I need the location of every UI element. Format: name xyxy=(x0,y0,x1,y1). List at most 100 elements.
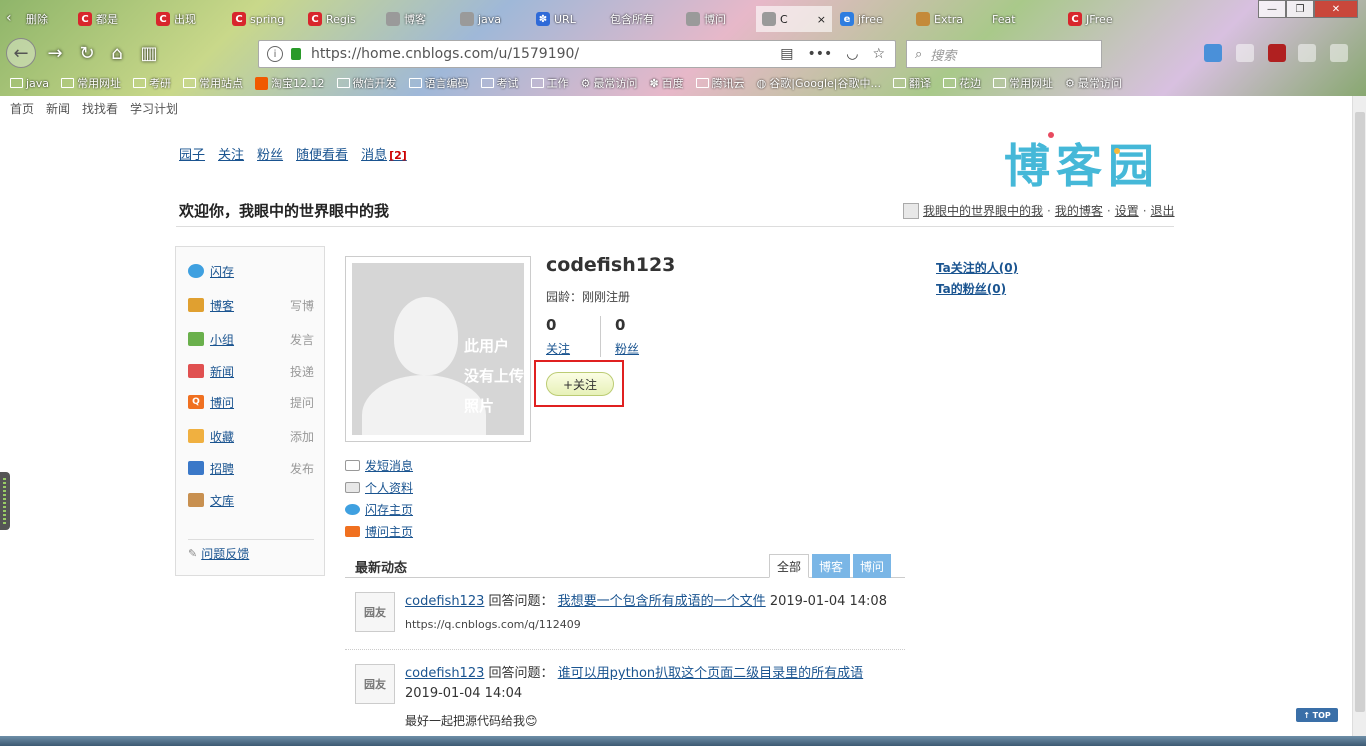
sidebar-action[interactable]: 添加 xyxy=(290,428,314,445)
tab-8[interactable]: ✽ URL xyxy=(530,6,602,32)
activity-user-link[interactable]: codefish123 xyxy=(405,594,484,609)
tab-4[interactable]: Cspring xyxy=(226,6,298,32)
ask-home-link[interactable]: 博问主页 xyxy=(365,523,413,540)
bookmark-item[interactable]: 考试 xyxy=(480,75,519,91)
bookmark-item[interactable]: ⚙ 最常访问 xyxy=(1065,75,1122,91)
tab-9[interactable]: 包含所有 xyxy=(604,6,676,32)
reload-icon[interactable]: ↻ xyxy=(74,40,100,66)
settings-link[interactable]: 设置 xyxy=(1115,202,1139,219)
page-scrollbar[interactable] xyxy=(1352,96,1366,746)
ublock-icon[interactable] xyxy=(1268,44,1286,62)
bookmark-item[interactable]: 工作 xyxy=(530,75,569,91)
profile-info-link[interactable]: 个人资料 xyxy=(365,479,413,496)
sidebar-link[interactable]: 博问 xyxy=(210,394,234,411)
bookmark-item[interactable]: ◍ 谷歌|Google|谷歌中... xyxy=(757,75,881,91)
bookmark-item[interactable]: 常用网址 xyxy=(61,75,121,91)
nav-home[interactable]: 首页 xyxy=(10,100,34,117)
cnblogs-logo[interactable]: 博客园 xyxy=(1004,130,1160,196)
activity-user-link[interactable]: codefish123 xyxy=(405,666,484,681)
back-arrow-icon[interactable]: ← xyxy=(6,38,36,68)
nav-news[interactable]: 新闻 xyxy=(46,100,70,117)
question-link[interactable]: 我想要一个包含所有成语的一个文件 xyxy=(558,594,766,609)
tab-3[interactable]: C 出现 xyxy=(150,6,222,32)
user-name-link[interactable]: 我眼中的世界眼中的我 xyxy=(923,202,1043,219)
my-blog-link[interactable]: 我的博客 xyxy=(1055,202,1103,219)
more-actions-icon[interactable]: ••• xyxy=(807,46,832,62)
tab-7[interactable]: java xyxy=(454,6,526,32)
following-link[interactable]: 关注 xyxy=(546,340,600,357)
subnav-messages[interactable]: 消息 [2] xyxy=(361,144,407,163)
home-icon[interactable]: ⌂ xyxy=(104,40,130,66)
bookmark-item[interactable]: java xyxy=(10,77,49,90)
ta-following-link[interactable]: Ta关注的人(0) xyxy=(936,258,1018,279)
bookmark-item[interactable]: 考研 xyxy=(133,75,171,91)
close-window-icon[interactable]: ✕ xyxy=(1314,0,1358,18)
question-link[interactable]: 谁可以用python扒取这个页面二级目录里的所有成语 xyxy=(558,666,863,681)
sidebar-action[interactable]: 发布 xyxy=(290,460,314,477)
tab-close-icon[interactable]: × xyxy=(817,13,826,26)
tab-15[interactable]: C JFree xyxy=(1062,6,1134,32)
tab-ask[interactable]: 博问 xyxy=(852,554,891,578)
sidebar-action[interactable]: 投递 xyxy=(290,363,314,380)
tab-blog[interactable]: 博客 xyxy=(811,554,850,578)
subnav-garden[interactable]: 园子 xyxy=(179,144,205,163)
library-shelf-icon[interactable] xyxy=(1236,44,1254,62)
subnav-browse[interactable]: 随便看看 xyxy=(296,144,348,163)
bookmark-item[interactable]: 腾讯云 xyxy=(695,75,745,91)
info-icon[interactable]: i xyxy=(267,46,283,62)
tab-12[interactable]: e jfree xyxy=(834,6,906,32)
bookmark-item[interactable]: 翻译 xyxy=(892,75,931,91)
bookmark-item[interactable]: 微信开发 xyxy=(336,75,397,91)
side-widget-handle[interactable] xyxy=(0,472,10,530)
tab-1[interactable]: 删除 xyxy=(20,6,66,32)
sidebar-link[interactable]: 收藏 xyxy=(210,428,234,445)
scrollbar-thumb[interactable] xyxy=(1355,112,1365,712)
minimize-icon[interactable]: — xyxy=(1258,0,1286,18)
bookmark-item[interactable]: 花边 xyxy=(942,75,981,91)
reader-view-icon[interactable]: ▤ xyxy=(780,46,793,62)
bookmark-item[interactable]: 常用站点 xyxy=(183,75,243,91)
bookmark-item[interactable]: ⚙ 最常访问 xyxy=(581,75,638,91)
sidebar-link[interactable]: 博客 xyxy=(210,297,234,314)
flash-home-link[interactable]: 闪存主页 xyxy=(365,501,413,518)
bookmark-item[interactable]: 淘宝12.12 xyxy=(255,75,325,91)
logout-link[interactable]: 退出 xyxy=(1151,202,1175,219)
follow-button[interactable]: +关注 xyxy=(546,372,614,396)
tab-14[interactable]: Feat xyxy=(986,6,1058,32)
menu-hamburger-icon[interactable] xyxy=(1330,44,1348,62)
sidebar-link[interactable]: 新闻 xyxy=(210,363,234,380)
sidebar-link[interactable]: 招聘 xyxy=(210,460,234,477)
bookmark-item[interactable]: 语言编码 xyxy=(408,75,469,91)
nav-search[interactable]: 找找看 xyxy=(82,100,118,117)
pocket-icon[interactable]: ◡ xyxy=(846,46,858,62)
back-to-top-button[interactable]: ↑ TOP xyxy=(1296,708,1338,722)
tab-11-active[interactable]: C × xyxy=(756,6,832,32)
sidebar-link[interactable]: 闪存 xyxy=(210,263,234,280)
download-icon[interactable] xyxy=(1204,44,1222,62)
forward-arrow-icon[interactable]: → xyxy=(42,40,68,66)
subnav-following[interactable]: 关注 xyxy=(218,144,244,163)
bookmark-item[interactable]: 常用网址 xyxy=(992,75,1053,91)
sidebar-action[interactable]: 发言 xyxy=(290,331,314,348)
bookmark-star-icon[interactable]: ☆ xyxy=(872,46,885,62)
tab-10[interactable]: 博问 xyxy=(680,6,752,32)
sidebar-action[interactable]: 提问 xyxy=(290,394,314,411)
subnav-followers[interactable]: 粉丝 xyxy=(257,144,283,163)
nav-study-plan[interactable]: 学习计划 xyxy=(130,100,178,117)
tab-scroll-left-icon[interactable]: ‹ xyxy=(6,10,12,26)
bookmark-item[interactable]: ✽ 百度 xyxy=(649,75,683,91)
library-icon[interactable]: ▥ xyxy=(136,40,162,66)
tab-13[interactable]: Extra xyxy=(910,6,982,32)
tab-5[interactable]: C Regis xyxy=(302,6,374,32)
sidebar-link[interactable]: 文库 xyxy=(210,492,234,509)
send-message-link[interactable]: 发短消息 xyxy=(365,457,413,474)
sidebar-link[interactable]: 小组 xyxy=(210,331,234,348)
feedback-link[interactable]: 问题反馈 xyxy=(201,545,249,562)
tab-2[interactable]: C 都是 xyxy=(72,6,144,32)
url-text[interactable]: https://home.cnblogs.com/u/1579190/ xyxy=(311,46,579,62)
user-avatar[interactable]: 园友 xyxy=(355,664,395,704)
user-avatar[interactable]: 园友 xyxy=(355,592,395,632)
url-bar[interactable]: i https://home.cnblogs.com/u/1579190/ ▤ … xyxy=(258,40,896,68)
search-bar[interactable]: ⌕ 搜索 xyxy=(906,40,1102,68)
extension-icon[interactable] xyxy=(1298,44,1316,62)
